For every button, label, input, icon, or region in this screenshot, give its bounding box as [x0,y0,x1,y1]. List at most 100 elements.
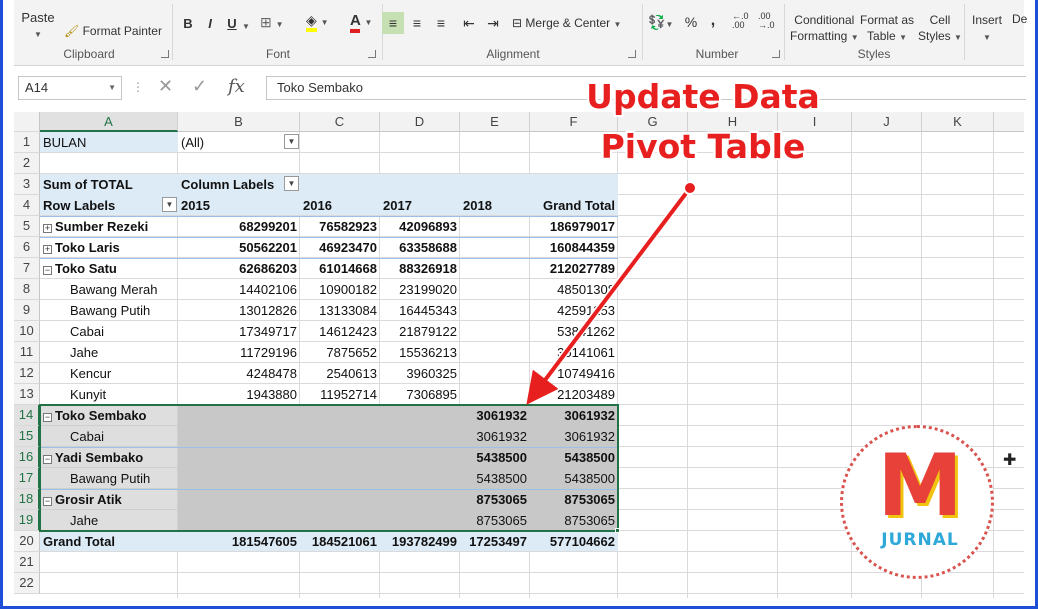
row-header-6[interactable]: 6 [14,237,40,258]
value-cell: 88326918 [399,261,457,276]
grand-total-value: 184521061 [311,534,377,549]
font-group-label: Font [265,47,290,61]
font-color-button[interactable]: A ▼ [350,12,372,33]
select-all-corner[interactable] [14,112,40,132]
row-labels-filter-icon[interactable]: ▼ [162,197,177,212]
font-launcher-icon[interactable] [368,50,376,58]
chevron-down-icon[interactable]: ▼ [108,77,116,99]
row-header-3[interactable]: 3 [14,174,40,195]
column-header-b[interactable]: B [178,112,300,132]
cell-styles-label: Styles [918,29,951,43]
delete-button[interactable]: De [1012,12,1027,26]
row-header-22[interactable]: 22 [14,573,40,594]
align-left-icon[interactable]: ≡ [382,12,404,34]
row-header-2[interactable]: 2 [14,153,40,174]
value-cell: 10749416 [557,366,615,381]
row-header-9[interactable]: 9 [14,300,40,321]
row-header-10[interactable]: 10 [14,321,40,342]
merge-center-button[interactable]: ⊟ Merge & Center ▼ [512,16,621,30]
conditional-formatting-button[interactable]: Conditional Formatting ▼ [790,12,859,46]
column-labels-filter-icon[interactable]: ▼ [284,176,299,191]
cancel-icon[interactable]: ✕ [158,76,173,97]
grand-total-value: 577104662 [549,534,615,549]
cell-styles-button[interactable]: Cell Styles ▼ [918,12,962,46]
percent-button[interactable]: % [682,14,700,30]
column-header-next[interactable] [994,112,1024,132]
column-header-a[interactable]: A [40,112,178,132]
collapse-icon[interactable]: − [43,266,52,275]
format-as-label: Format as [860,13,915,27]
underline-button[interactable]: U [224,16,240,31]
row-header-20[interactable]: 20 [14,531,40,552]
column-header-e[interactable]: E [460,112,530,132]
increase-indent-icon[interactable]: ⇥ [482,12,504,34]
paste-button[interactable]: Paste ▼ [20,10,56,40]
row-header-13[interactable]: 13 [14,384,40,405]
alignment-group-label: Alignment [486,47,540,61]
increase-decimal-icon[interactable]: ←.0.00 [732,12,749,30]
align-right-icon[interactable]: ≡ [430,12,452,34]
bold-button[interactable]: B [180,16,196,31]
row-header-14[interactable]: 14 [14,405,40,426]
number-launcher-icon[interactable] [772,50,780,58]
paste-label: Paste [21,10,55,25]
borders-icon[interactable]: ⊞ ▼ [260,14,284,31]
row-header-12[interactable]: 12 [14,363,40,384]
italic-button[interactable]: I [202,16,218,31]
value-cell: 2540613 [326,366,377,381]
row-header-5[interactable]: 5 [14,216,40,237]
row-label-text: Toko Laris [55,240,120,255]
name-box-value: A14 [25,80,49,95]
row-header-1[interactable]: 1 [14,132,40,153]
expand-icon[interactable]: + [43,245,52,254]
filter-dropdown-icon[interactable]: ▼ [284,134,299,149]
selection-range [39,404,619,532]
column-header-d[interactable]: D [380,112,460,132]
column-header-k[interactable]: K [922,112,994,132]
clipboard-launcher-icon[interactable] [161,50,169,58]
underline-dropdown-icon[interactable]: ▼ [242,18,250,32]
value-cell: 62686203 [239,261,297,276]
row-header-8[interactable]: 8 [14,279,40,300]
value-cell: 17349717 [239,324,297,339]
column-header-j[interactable]: J [852,112,922,132]
fill-handle[interactable] [615,528,620,533]
row-label-text: Bawang Merah [70,282,158,297]
value-cell: 11729196 [240,345,297,360]
table-label: Table [867,29,896,43]
value-cell: 4248478 [246,366,297,381]
comma-button[interactable]: , [706,12,720,30]
value-cell: 7306895 [406,387,457,402]
filter-field-label: BULAN [43,135,87,150]
expand-icon[interactable]: + [43,224,52,233]
align-center-icon[interactable]: ≡ [406,12,428,34]
value-cell: 10900182 [319,282,377,297]
merge-icon: ⊟ [512,16,523,30]
column-header-c[interactable]: C [300,112,380,132]
name-box[interactable]: A14 ▼ [18,76,122,100]
fill-color-icon[interactable]: ◈ ▼ [306,12,329,32]
number-group-label: Number [695,47,739,61]
insert-function-icon[interactable]: fx [228,76,245,97]
format-as-table-button[interactable]: Format as Table ▼ [860,12,914,46]
value-cell: 13012826 [239,303,297,318]
format-painter-button[interactable]: 🖌 Format Painter [64,24,162,38]
currency-icon[interactable]: 💱▼ [648,14,673,31]
row-header-4[interactable]: 4 [14,195,40,216]
row-header-11[interactable]: 11 [14,342,40,363]
row-header-16[interactable]: 16 [14,447,40,468]
insert-button[interactable]: Insert ▼ [972,12,1002,46]
row-header-21[interactable]: 21 [14,552,40,573]
year-header: 2016 [303,198,332,213]
row-header-17[interactable]: 17 [14,468,40,489]
alignment-launcher-icon[interactable] [628,50,636,58]
row-header-18[interactable]: 18 [14,489,40,510]
enter-icon[interactable]: ✓ [192,76,207,97]
decrease-indent-icon[interactable]: ⇤ [458,12,480,34]
decrease-decimal-icon[interactable]: .00 →.0 [758,12,775,30]
row-header-7[interactable]: 7 [14,258,40,279]
row-label-text: Toko Satu [55,261,117,276]
row-header-15[interactable]: 15 [14,426,40,447]
annotation-line-1: Update Data [586,77,820,116]
row-header-19[interactable]: 19 [14,510,40,531]
